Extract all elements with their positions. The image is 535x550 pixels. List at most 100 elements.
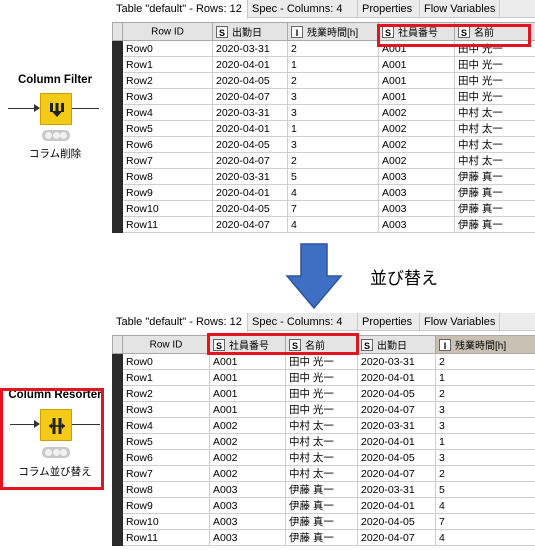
table-row[interactable]: Row11 2020-04-07 4 A003 伊藤 真一	[112, 216, 535, 233]
table-cell[interactable]: 中村 太一	[454, 104, 535, 121]
table-cell[interactable]: 2020-04-05	[357, 385, 436, 402]
table-cell[interactable]: 2020-04-01	[212, 184, 288, 201]
table-row[interactable]: Row3 2020-04-07 3 A001 田中 光一	[112, 88, 535, 105]
table-row[interactable]: Row8 2020-03-31 5 A003 伊藤 真一	[112, 168, 535, 185]
table-row[interactable]: Row9 A003 伊藤 真一 2020-04-01 4	[112, 497, 535, 514]
table-cell[interactable]: 中村 太一	[454, 136, 535, 153]
table-cell[interactable]: A003	[209, 497, 286, 514]
table-cell[interactable]: 3	[287, 136, 379, 153]
table-cell[interactable]: 2020-04-05	[212, 200, 288, 217]
table-cell[interactable]: 5	[287, 168, 379, 185]
table-cell[interactable]: 4	[287, 184, 379, 201]
table-cell[interactable]: 伊藤 真一	[454, 216, 535, 233]
table-cell[interactable]: 伊藤 真一	[285, 513, 358, 530]
table-cell[interactable]: 2020-04-01	[357, 497, 436, 514]
table-cell[interactable]: A002	[209, 449, 286, 466]
row-id-cell[interactable]: Row3	[122, 88, 213, 105]
table-cell[interactable]: 2020-03-31	[357, 353, 436, 370]
table-cell[interactable]: 2020-03-31	[212, 168, 288, 185]
tab-table[interactable]: Table "default" - Rows: 12	[112, 0, 248, 19]
table-cell[interactable]: 2020-04-07	[212, 152, 288, 169]
table-cell[interactable]: 中村 太一	[454, 120, 535, 137]
table-cell[interactable]: A003	[378, 184, 455, 201]
tab-table[interactable]: Table "default" - Rows: 12	[112, 313, 248, 332]
column-header-rowid[interactable]: Row ID	[122, 22, 213, 41]
table-cell[interactable]: 2020-04-07	[357, 465, 436, 482]
table-cell[interactable]: 伊藤 真一	[285, 529, 358, 546]
table-row[interactable]: Row3 A001 田中 光一 2020-04-07 3	[112, 401, 535, 418]
table-cell[interactable]: 中村 太一	[285, 417, 358, 434]
column-header[interactable]: I 残業時間[h]	[287, 22, 379, 41]
table-cell[interactable]: 4	[287, 216, 379, 233]
table-cell[interactable]: 伊藤 真一	[454, 168, 535, 185]
tab-flow-variables[interactable]: Flow Variables	[420, 0, 500, 18]
table-cell[interactable]: A001	[378, 72, 455, 89]
table-cell[interactable]: 伊藤 真一	[454, 184, 535, 201]
table-cell[interactable]: 1	[287, 120, 379, 137]
table-row[interactable]: Row11 A003 伊藤 真一 2020-04-07 4	[112, 529, 535, 546]
column-header[interactable]: S 出勤日	[212, 22, 288, 41]
table-row[interactable]: Row2 2020-04-05 2 A001 田中 光一	[112, 72, 535, 89]
table-cell[interactable]: 3	[435, 417, 535, 434]
table-row[interactable]: Row1 2020-04-01 1 A001 田中 光一	[112, 56, 535, 73]
row-id-cell[interactable]: Row11	[122, 529, 210, 546]
tab-spec[interactable]: Spec - Columns: 4	[248, 313, 358, 331]
table-cell[interactable]: 田中 光一	[454, 88, 535, 105]
column-header[interactable]: I 残業時間[h]	[435, 335, 535, 354]
table-cell[interactable]: A003	[209, 513, 286, 530]
table-cell[interactable]: 3	[435, 449, 535, 466]
table-cell[interactable]: 7	[435, 513, 535, 530]
column-filter-icon[interactable]	[40, 93, 72, 125]
row-id-cell[interactable]: Row2	[122, 72, 213, 89]
table-cell[interactable]: 2020-04-07	[212, 216, 288, 233]
table-cell[interactable]: 3	[287, 104, 379, 121]
row-id-cell[interactable]: Row0	[122, 40, 213, 57]
table-row[interactable]: Row7 2020-04-07 2 A002 中村 太一	[112, 152, 535, 169]
table-cell[interactable]: 2020-04-05	[212, 72, 288, 89]
row-id-cell[interactable]: Row11	[122, 216, 213, 233]
table-row[interactable]: Row4 2020-03-31 3 A002 中村 太一	[112, 104, 535, 121]
column-header[interactable]: S 出勤日	[357, 335, 436, 354]
table-row[interactable]: Row4 A002 中村 太一 2020-03-31 3	[112, 417, 535, 434]
table-cell[interactable]: 2	[287, 40, 379, 57]
table-cell[interactable]: 2	[435, 465, 535, 482]
table-cell[interactable]: 中村 太一	[285, 449, 358, 466]
table-row[interactable]: Row10 2020-04-05 7 A003 伊藤 真一	[112, 200, 535, 217]
table-cell[interactable]: A002	[378, 152, 455, 169]
tab-properties[interactable]: Properties	[358, 0, 420, 18]
row-id-cell[interactable]: Row4	[122, 104, 213, 121]
table-cell[interactable]: A003	[378, 216, 455, 233]
row-id-cell[interactable]: Row6	[122, 136, 213, 153]
table-cell[interactable]: 2020-04-05	[357, 449, 436, 466]
table-row[interactable]: Row0 A001 田中 光一 2020-03-31 2	[112, 353, 535, 370]
table-cell[interactable]: 2020-03-31	[212, 104, 288, 121]
row-id-cell[interactable]: Row2	[122, 385, 210, 402]
table-cell[interactable]: 2020-04-01	[212, 56, 288, 73]
table-cell[interactable]: 1	[435, 369, 535, 386]
table-cell[interactable]: 2	[435, 353, 535, 370]
table-row[interactable]: Row2 A001 田中 光一 2020-04-05 2	[112, 385, 535, 402]
table-cell[interactable]: 中村 太一	[285, 465, 358, 482]
table-cell[interactable]: 1	[435, 433, 535, 450]
row-id-cell[interactable]: Row6	[122, 449, 210, 466]
table-row[interactable]: Row9 2020-04-01 4 A003 伊藤 真一	[112, 184, 535, 201]
table-cell[interactable]: 2020-04-07	[357, 529, 436, 546]
row-id-cell[interactable]: Row5	[122, 433, 210, 450]
table-cell[interactable]: 2020-04-07	[357, 401, 436, 418]
row-id-cell[interactable]: Row8	[122, 481, 210, 498]
table-cell[interactable]: 田中 光一	[285, 401, 358, 418]
table-cell[interactable]: A002	[378, 136, 455, 153]
table-cell[interactable]: A002	[209, 465, 286, 482]
table-row[interactable]: Row10 A003 伊藤 真一 2020-04-05 7	[112, 513, 535, 530]
table-cell[interactable]: A003	[209, 481, 286, 498]
tab-properties[interactable]: Properties	[358, 313, 420, 331]
table-cell[interactable]: 2	[435, 385, 535, 402]
table-row[interactable]: Row6 A002 中村 太一 2020-04-05 3	[112, 449, 535, 466]
row-id-cell[interactable]: Row1	[122, 56, 213, 73]
row-id-cell[interactable]: Row7	[122, 465, 210, 482]
table-cell[interactable]: 3	[287, 88, 379, 105]
row-id-cell[interactable]: Row0	[122, 353, 210, 370]
table-cell[interactable]: 4	[435, 497, 535, 514]
row-id-cell[interactable]: Row9	[122, 497, 210, 514]
table-cell[interactable]: 2	[287, 152, 379, 169]
